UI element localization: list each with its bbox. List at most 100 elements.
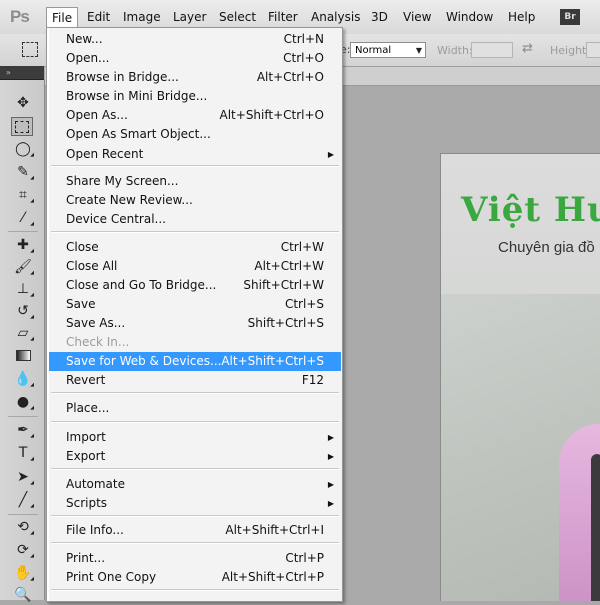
menu-layer[interactable]: Layer [168,8,211,26]
width-label: Width: [437,44,473,57]
menu-help[interactable]: Help [503,8,540,26]
menu-item-close[interactable]: Close Ctrl+W [49,238,341,257]
menu-item-browse-in-mini-bridge[interactable]: Browse in Mini Bridge... [49,87,341,106]
crop-tool-icon[interactable]: ⌗ ◢ [12,186,34,205]
document-canvas[interactable]: Việt Hu Chuyên gia đồ [440,153,600,601]
3d-orbit-tool-icon[interactable]: ⟳ ◢ [12,541,34,560]
eyedropper-tool-icon[interactable]: ⁄ ◢ [12,209,34,228]
menu-item-open-as-smart-object[interactable]: Open As Smart Object... [49,125,341,144]
history-brush-tool-icon[interactable]: ↺ ◢ [12,302,34,321]
style-select-value: Normal [355,45,392,56]
submenu-arrow-icon: ▶ [327,480,334,489]
zoom-tool-icon[interactable]: 🔍 [12,586,34,605]
menu-item-print[interactable]: Print... Ctrl+P [49,549,341,568]
menu-item-label: Automate [66,477,125,491]
menu-separator [51,468,339,470]
menu-item-place[interactable]: Place... [49,399,341,418]
menu-item-label: Print One Copy [66,570,157,584]
menu-item-scripts[interactable]: Scripts ▶ [49,494,341,513]
menu-item-save-as[interactable]: Save As... Shift+Ctrl+S [49,314,341,333]
menu-item-close-and-go-to-bridge[interactable]: Close and Go To Bridge... Shift+Ctrl+W [49,276,341,295]
healing-brush-tool-icon[interactable]: ✚ ◢ [12,236,34,255]
menu-item-device-central[interactable]: Device Central... [49,210,341,229]
menu-item-shortcut: Shift+Ctrl+W [243,278,324,292]
submenu-arrow-icon: ▶ [327,150,334,159]
brush-tool-icon[interactable]: 🖌 ◢ [12,258,34,277]
menu-item-shortcut: Alt+Shift+Ctrl+P [221,570,324,584]
marquee-preset-icon[interactable] [22,42,38,57]
menu-filter[interactable]: Filter [263,8,303,26]
menu-item-label: Print... [66,551,106,565]
menu-item-open-recent[interactable]: Open Recent ▶ [49,145,341,164]
gradient-tool-icon[interactable] [12,346,34,365]
blur-tool-icon[interactable]: 💧 ◢ [12,370,34,389]
menu-item-print-one-copy[interactable]: Print One Copy Alt+Shift+Ctrl+P [49,568,341,587]
menu-item-share-my-screen[interactable]: Share My Screen... [49,172,341,191]
line-tool-icon[interactable]: ╱ ◢ [12,491,34,510]
menu-item-open[interactable]: Open... Ctrl+O [49,49,341,68]
menu-item-label: Save for Web & Devices... [66,354,222,368]
menu-file[interactable]: File [46,7,79,28]
dodge-tool-icon[interactable]: ● ◢ [12,393,34,412]
menu-item-import[interactable]: Import ▶ [49,428,341,447]
style-select[interactable]: Normal ▼ [350,42,426,58]
tools-panel-header[interactable]: » [0,66,44,80]
menu-view[interactable]: View [398,8,436,26]
rectangular-marquee-tool-icon[interactable] [11,117,33,136]
menu-item-create-new-review[interactable]: Create New Review... [49,191,341,210]
bridge-launch-button[interactable]: Br [560,9,580,25]
menu-item-revert[interactable]: Revert F12 [49,371,341,390]
menu-item-shortcut: Alt+Shift+Ctrl+O [219,108,324,122]
menu-item-file-info[interactable]: File Info... Alt+Shift+Ctrl+I [49,521,341,540]
menu-item-shortcut: Alt+Shift+Ctrl+I [225,523,324,537]
swap-dimensions-icon[interactable]: ⇄ [522,41,533,56]
menu-item-new[interactable]: New... Ctrl+N [49,30,341,49]
tools-divider [8,514,38,515]
menu-separator [51,231,339,233]
lasso-tool-icon[interactable]: ◯ ◢ [12,140,34,159]
menu-separator [51,589,339,591]
menu-item-browse-in-bridge[interactable]: Browse in Bridge... Alt+Ctrl+O [49,68,341,87]
menu-item-save-for-web-and-devices[interactable]: Save for Web & Devices... Alt+Shift+Ctrl+… [49,352,341,371]
menu-separator [51,165,339,167]
pen-tool-icon[interactable]: ✒ ◢ [12,421,34,440]
menu-item-shortcut: Ctrl+N [283,32,324,46]
chevron-down-icon: ▼ [415,46,422,55]
menu-separator [51,515,339,517]
menu-item-label: Save As... [66,316,126,330]
path-selection-tool-icon[interactable]: ➤ ◢ [12,468,34,487]
menu-edit[interactable]: Edit [82,8,115,26]
clone-stamp-tool-icon[interactable]: ⊥ ◢ [12,280,34,299]
width-input[interactable] [471,42,513,58]
menu-item-label: Check In... [66,335,130,349]
move-tool-icon[interactable]: ✥ [12,94,34,113]
menu-item-open-as[interactable]: Open As... Alt+Shift+Ctrl+O [49,106,341,125]
quick-selection-tool-icon[interactable]: ✎ ◢ [12,163,34,182]
menu-window[interactable]: Window [441,8,498,26]
menu-item-shortcut: Ctrl+P [285,551,324,565]
menu-item-automate[interactable]: Automate ▶ [49,475,341,494]
menu-item-close-all[interactable]: Close All Alt+Ctrl+W [49,257,341,276]
menu-item-shortcut: Shift+Ctrl+S [247,316,324,330]
menu-item-label: Device Central... [66,212,166,226]
menu-separator [51,392,339,394]
menu-image[interactable]: Image [118,8,166,26]
menu-select[interactable]: Select [214,8,261,26]
eraser-tool-icon[interactable]: ▱ ◢ [12,324,34,343]
menu-item-label: Create New Review... [66,193,193,207]
type-tool-icon[interactable]: T ◢ [12,444,34,463]
menu-item-label: Close and Go To Bridge... [66,278,217,292]
height-input[interactable] [586,42,600,58]
3d-rotate-tool-icon[interactable]: ⟲ ◢ [12,518,34,537]
menu-item-export[interactable]: Export ▶ [49,447,341,466]
menu-item-label: Open Recent [66,147,144,161]
menu-item-label: Browse in Mini Bridge... [66,89,208,103]
hand-tool-icon[interactable]: ✋ ◢ [12,564,34,583]
menu-item-label: File Info... [66,523,124,537]
collapse-panel-icon[interactable]: » [6,68,11,77]
menu-item-shortcut: Ctrl+W [280,240,324,254]
menu-item-shortcut: Alt+Ctrl+O [256,70,324,84]
menu-3d[interactable]: 3D [366,8,393,26]
menu-analysis[interactable]: Analysis [306,8,365,26]
menu-item-save[interactable]: Save Ctrl+S [49,295,341,314]
